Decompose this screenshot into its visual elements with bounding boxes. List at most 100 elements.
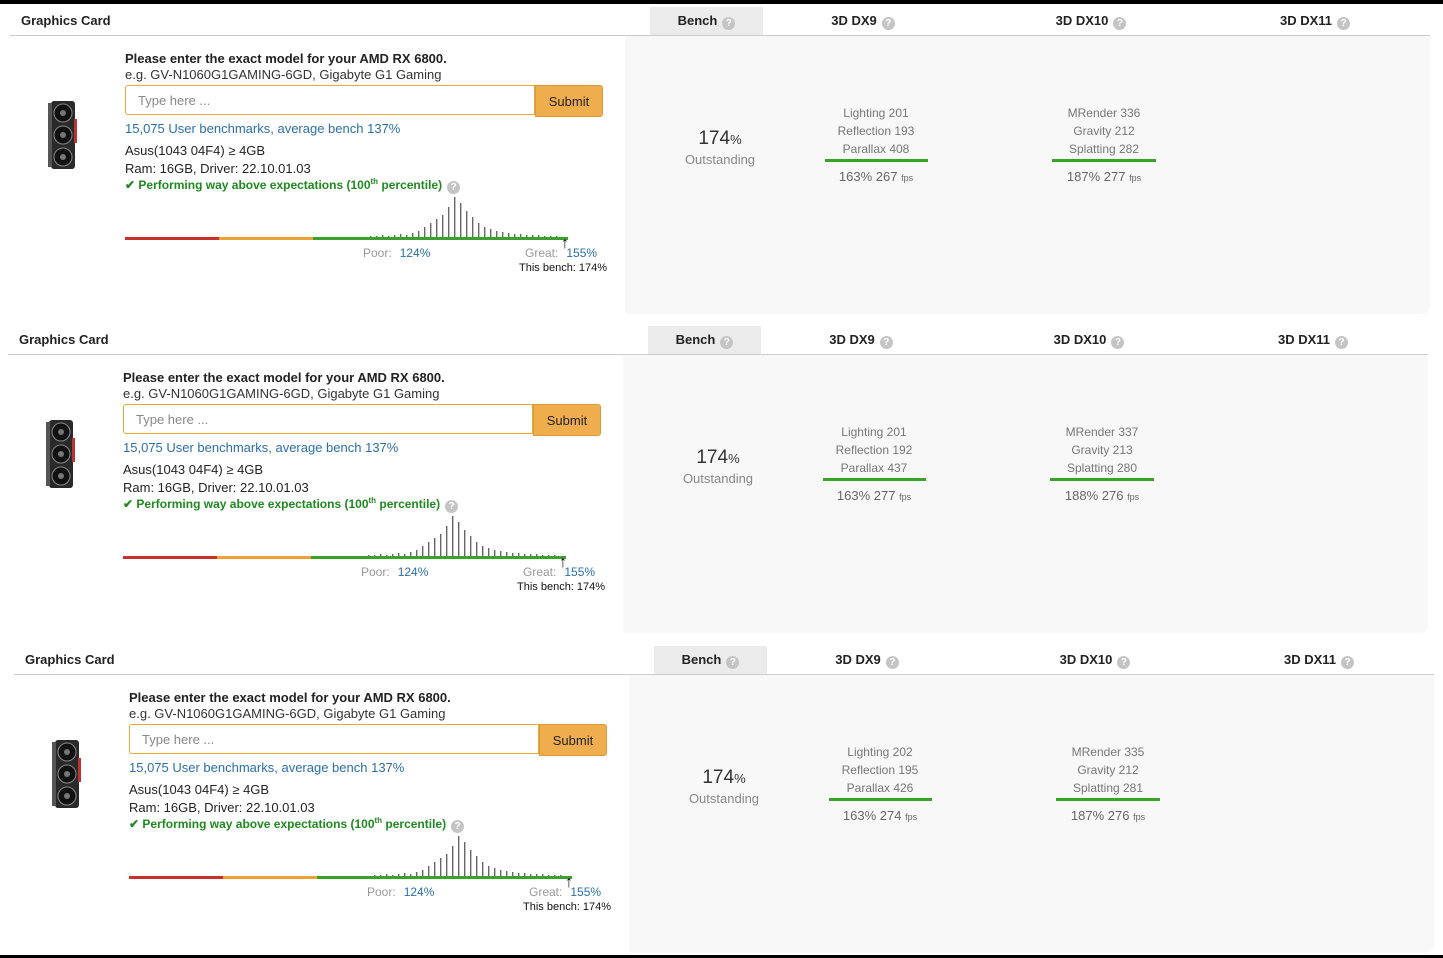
poor-value: 124% [403, 885, 435, 899]
dx10-summary: 187% 277 fps [1044, 169, 1164, 184]
scale-great-segment [317, 876, 572, 879]
help-icon[interactable]: ? [1341, 656, 1355, 669]
model-input[interactable] [125, 85, 535, 115]
submit-button[interactable]: Submit [539, 724, 607, 756]
histogram-bar [452, 846, 454, 876]
help-icon[interactable]: ? [1337, 17, 1351, 30]
benchmark-entry: Graphics Card Bench? 3D DX9? 3D DX10? 3D… [10, 7, 1430, 315]
model-prompt: Please enter the exact model for your AM… [129, 690, 451, 705]
table-header: Graphics Card Bench? 3D DX9? 3D DX10? 3D… [14, 646, 1434, 675]
header-dx9[interactable]: 3D DX9? [793, 7, 933, 35]
histogram-bar [470, 536, 472, 556]
user-benchmarks-link[interactable]: 15,075 User benchmarks, average bench 13… [123, 440, 398, 455]
scale-poor-segment [129, 876, 223, 879]
graphics-card-icon [52, 740, 81, 808]
header-dx10-label: 3D DX10 [1059, 652, 1113, 667]
performance-text: Performing way above expectations (100 [138, 178, 371, 192]
header-bench[interactable]: Bench? [650, 7, 763, 35]
dx9-summary-value: 163% 277 [836, 488, 896, 503]
bench-rating: Outstanding [688, 791, 760, 806]
header-dx10[interactable]: 3D DX10? [1019, 326, 1159, 354]
user-benchmarks-link[interactable]: 15,075 User benchmarks, average bench 13… [129, 760, 404, 775]
submit-button[interactable]: Submit [535, 85, 603, 117]
dx10-summary: 187% 276 fps [1048, 808, 1168, 823]
header-dx9[interactable]: 3D DX9? [791, 326, 931, 354]
scale-great-segment [311, 556, 566, 559]
percentile-suffix: th [368, 496, 377, 505]
user-benchmarks-link[interactable]: 15,075 User benchmarks, average bench 13… [125, 121, 400, 136]
dx10-summary-value: 187% 276 [1070, 808, 1130, 823]
device-model: Asus(1043 04F4) ≥ 4GB [129, 782, 270, 797]
header-dx10[interactable]: 3D DX10? [1025, 646, 1165, 674]
help-icon[interactable]: ? [726, 656, 740, 669]
header-dx10[interactable]: 3D DX10? [1021, 7, 1161, 35]
help-icon[interactable]: ? [722, 17, 736, 30]
bench-percentage: 174% [668, 447, 768, 469]
great-label: Great: [523, 565, 557, 579]
dx10-splatting: Splatting 282 [1068, 142, 1140, 156]
histogram-bar [422, 546, 424, 556]
dx9-lighting: Lighting 201 [841, 425, 907, 439]
model-input[interactable] [129, 724, 539, 754]
histogram-bar [448, 207, 450, 237]
poor-threshold: Poor: 124% [367, 885, 434, 899]
this-bench-arrow-icon: ↑ [561, 235, 569, 252]
help-icon[interactable]: ? [881, 17, 895, 30]
dx9-summary-value: 163% 267 [838, 169, 898, 184]
header-graphics-card: Graphics Card [25, 652, 115, 667]
table-header: Graphics Card Bench? 3D DX9? 3D DX10? 3D… [10, 7, 1430, 36]
scale-poor-segment [123, 556, 217, 559]
histogram-bar [452, 516, 454, 556]
header-dx9-label: 3D DX9 [835, 652, 881, 667]
header-bench[interactable]: Bench? [648, 326, 761, 354]
performance-text-end: percentile) [382, 817, 447, 831]
this-bench-label: This bench: 174% [517, 581, 606, 593]
this-bench-label: This bench: 174% [523, 901, 612, 913]
fps-unit: fps [1133, 812, 1146, 822]
help-icon[interactable]: ? [879, 336, 893, 349]
dx9-score-bar [823, 478, 926, 481]
histogram-bar [460, 203, 462, 237]
header-bench-label: Bench [681, 652, 722, 667]
header-graphics-card: Graphics Card [19, 332, 109, 347]
header-dx11[interactable]: 3D DX11? [1254, 646, 1384, 674]
header-dx11-label: 3D DX11 [1283, 652, 1337, 667]
dx9-reflection: Reflection 195 [841, 763, 919, 777]
help-icon[interactable]: ? [1113, 17, 1127, 30]
checkmark-icon: ✔ [123, 497, 134, 511]
header-dx9[interactable]: 3D DX9? [797, 646, 937, 674]
dx10-summary-value: 188% 276 [1064, 488, 1124, 503]
this-bench-arrow-icon: ↑ [565, 874, 573, 891]
bench-value: 174 [698, 128, 731, 149]
fps-unit: fps [901, 173, 914, 183]
header-bench[interactable]: Bench? [654, 646, 767, 674]
header-dx11[interactable]: 3D DX11? [1250, 7, 1380, 35]
submit-button[interactable]: Submit [533, 404, 601, 436]
histogram-bar [458, 522, 460, 556]
help-icon[interactable]: ? [720, 336, 734, 349]
model-input[interactable] [123, 404, 533, 434]
performance-scale [123, 556, 573, 559]
poor-threshold: Poor: 124% [363, 246, 430, 260]
dx10-mrender: MRender 337 [1065, 425, 1139, 439]
performance-text: Performing way above expectations (100 [142, 817, 375, 831]
histogram-bar [488, 866, 490, 876]
header-dx11[interactable]: 3D DX11? [1248, 326, 1378, 354]
bench-value: 174 [702, 767, 735, 788]
histogram-bar [434, 538, 436, 556]
this-bench-label: This bench: 174% [519, 262, 608, 274]
percentile-suffix: th [370, 177, 379, 186]
help-icon[interactable]: ? [1111, 336, 1125, 349]
performance-text-end: percentile) [378, 178, 443, 192]
histogram-bar [434, 862, 436, 876]
distribution-histogram [374, 836, 562, 876]
dx10-score-bar [1050, 478, 1154, 481]
system-info: Ram: 16GB, Driver: 22.10.01.03 [123, 480, 309, 495]
dx9-score-bar [825, 159, 928, 162]
help-icon[interactable]: ? [885, 656, 899, 669]
results-panel [629, 675, 1434, 953]
histogram-bar [494, 868, 496, 876]
histogram-bar [464, 530, 466, 556]
help-icon[interactable]: ? [1335, 336, 1349, 349]
help-icon[interactable]: ? [1117, 656, 1131, 669]
